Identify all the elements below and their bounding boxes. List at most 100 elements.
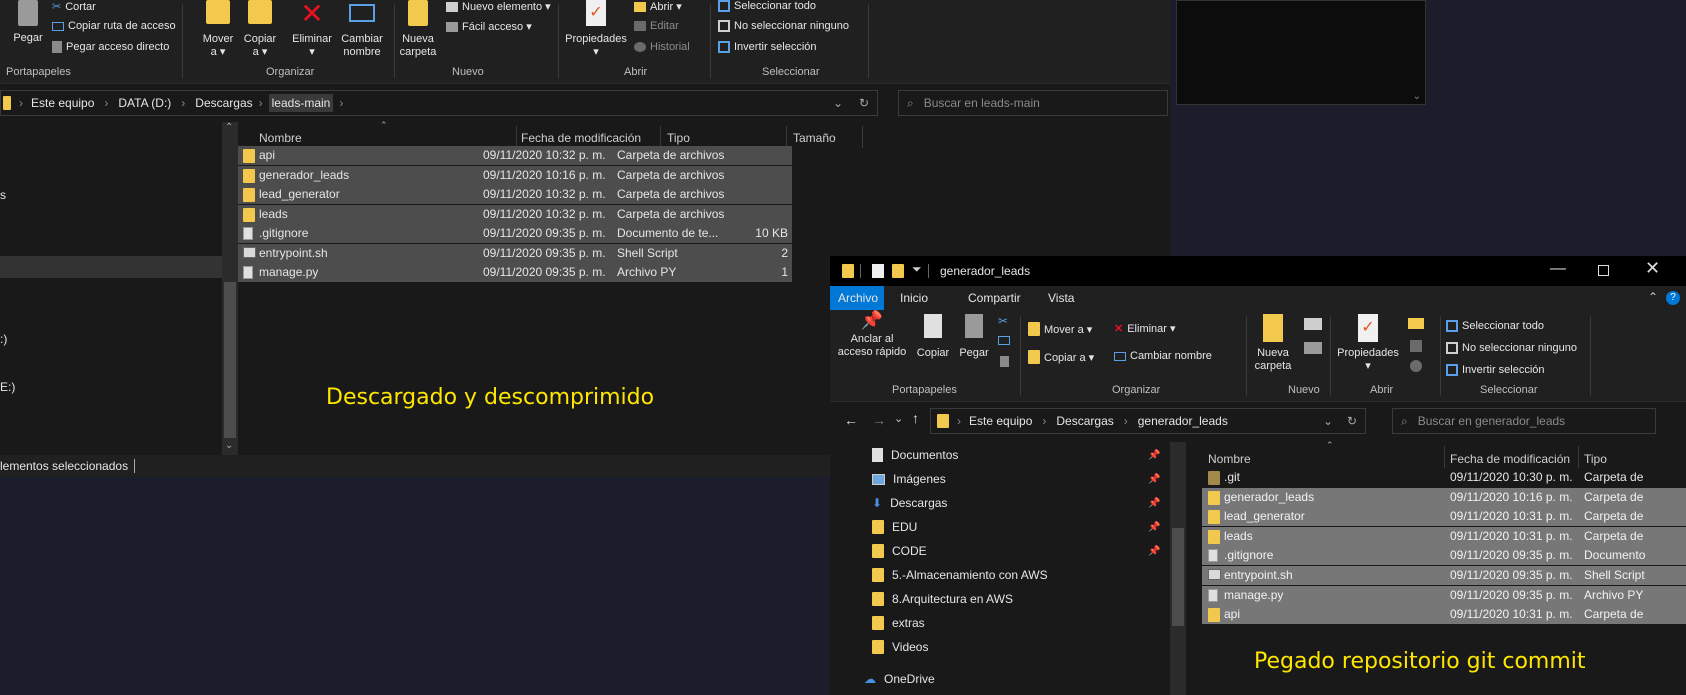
- column-divider[interactable]: [862, 126, 863, 148]
- new-item-icon[interactable]: [1304, 318, 1322, 330]
- file-row[interactable]: .git 09/11/2020 10:30 p. m. Carpeta de: [1202, 468, 1686, 487]
- column-header-tipo[interactable]: Tipo: [1584, 452, 1607, 466]
- right-nav-scrollbar[interactable]: [1170, 442, 1186, 695]
- refresh-icon[interactable]: ↻: [1347, 414, 1357, 428]
- nav-item[interactable]: EDU: [872, 520, 917, 534]
- breadcrumb-leads-main[interactable]: leads-main: [268, 94, 334, 112]
- select-all-button[interactable]: Seleccionar todo: [1446, 320, 1544, 332]
- properties-quick-icon[interactable]: [872, 264, 884, 278]
- chevron-down-icon[interactable]: ⌄: [1323, 414, 1333, 428]
- rename-button[interactable]: Cambiar nombre: [1114, 350, 1212, 362]
- breadcrumb-descargas[interactable]: Descargas: [195, 96, 252, 110]
- properties-button[interactable]: ✓ Propiedades ▾: [1334, 314, 1402, 373]
- edit-button[interactable]: Editar: [634, 20, 679, 32]
- qat-dropdown-icon[interactable]: ⏷: [912, 262, 922, 277]
- tab-compartir[interactable]: Compartir: [968, 291, 1021, 305]
- nav-selected-row[interactable]: [0, 256, 222, 278]
- open-button[interactable]: Abrir ▾: [634, 0, 682, 13]
- tab-vista[interactable]: Vista: [1048, 291, 1074, 305]
- breadcrumb-este-equipo[interactable]: Este equipo: [969, 414, 1032, 428]
- column-header-fecha[interactable]: Fecha de modificación: [521, 131, 641, 145]
- file-row[interactable]: api 09/11/2020 10:32 p. m. Carpeta de arch…: [238, 146, 792, 165]
- pin-quick-access-button[interactable]: 📌 Anclar al acceso rápido: [834, 311, 910, 359]
- column-divider[interactable]: [1444, 446, 1445, 468]
- chevron-down-icon[interactable]: ⌄: [833, 96, 843, 110]
- file-row[interactable]: leads 09/11/2020 10:31 p. m. Carpeta de: [1202, 526, 1686, 546]
- scissors-icon[interactable]: ✂: [998, 314, 1008, 328]
- column-header-nombre[interactable]: Nombre: [259, 131, 302, 145]
- help-icon[interactable]: ?: [1666, 291, 1680, 305]
- delete-button[interactable]: ✕ Eliminar ▾: [1114, 322, 1176, 335]
- file-row[interactable]: .gitignore 09/11/2020 09:35 p. m. Document…: [1202, 546, 1686, 566]
- paste-button[interactable]: Pegar: [12, 0, 44, 45]
- file-row[interactable]: generador_leads 09/11/2020 10:16 p. m. Car…: [1202, 487, 1686, 507]
- delete-button[interactable]: ✕ Eliminar ▾: [286, 0, 338, 59]
- scroll-thumb[interactable]: [1172, 528, 1184, 626]
- up-arrow-icon[interactable]: ↑: [912, 410, 919, 426]
- scroll-thumb[interactable]: [224, 282, 236, 438]
- recent-locations-chevron-icon[interactable]: ⌄: [894, 412, 903, 425]
- select-none-button[interactable]: No seleccionar ninguno: [718, 20, 849, 32]
- file-row[interactable]: lead_generator 09/11/2020 10:32 p. m. Carp…: [238, 185, 792, 204]
- column-header-tamano[interactable]: Tamaño: [793, 131, 836, 145]
- left-nav-scrollbar[interactable]: ⌃ ⌄: [222, 122, 238, 456]
- pin-icon[interactable]: 📌: [1148, 450, 1160, 461]
- minimize-icon[interactable]: —: [1550, 260, 1566, 278]
- invert-selection-button[interactable]: Invertir selección: [718, 41, 817, 53]
- move-to-button[interactable]: Mover a ▾: [198, 0, 238, 59]
- back-arrow-icon[interactable]: ←: [844, 412, 858, 428]
- copy-to-button[interactable]: Copiar a ▾: [240, 0, 280, 59]
- left-address-bar[interactable]: › Este equipo › DATA (D:) › Descargas › …: [0, 90, 878, 116]
- new-folder-button[interactable]: Nueva carpeta: [396, 0, 440, 59]
- copy-to-button[interactable]: Copiar a ▾: [1028, 350, 1094, 364]
- file-row[interactable]: lead_generator 09/11/2020 10:31 p. m. Carp…: [1202, 507, 1686, 527]
- scroll-up-icon[interactable]: ⌃: [225, 122, 233, 133]
- paste-shortcut-icon[interactable]: [1000, 356, 1009, 367]
- invert-selection-button[interactable]: Invertir selección: [1446, 364, 1545, 376]
- nav-item[interactable]: 8.Arquitectura en AWS: [872, 592, 1013, 606]
- column-divider[interactable]: [1578, 446, 1579, 468]
- column-divider[interactable]: [516, 126, 517, 148]
- new-folder-quick-icon[interactable]: [892, 264, 904, 278]
- paste-shortcut-button[interactable]: Pegar acceso directo: [52, 41, 169, 53]
- pin-icon[interactable]: 📌: [1148, 474, 1160, 485]
- copy-path-icon[interactable]: [998, 336, 1010, 345]
- copy-path-button[interactable]: Copiar ruta de acceso: [52, 20, 176, 32]
- edit-icon[interactable]: [1410, 340, 1422, 352]
- column-header-tipo[interactable]: Tipo: [667, 131, 690, 145]
- nav-item[interactable]: Documentos: [872, 448, 958, 462]
- new-item-button[interactable]: Nuevo elemento ▾: [446, 0, 551, 13]
- pin-icon[interactable]: 📌: [1148, 498, 1160, 509]
- nav-item[interactable]: 5.-Almacenamiento con AWS: [872, 568, 1048, 582]
- properties-button[interactable]: ✓ Propiedades ▾: [564, 0, 628, 59]
- pin-icon[interactable]: 📌: [1148, 546, 1160, 557]
- right-address-bar[interactable]: › Este equipo › Descargas › generador_le…: [930, 408, 1366, 434]
- scroll-down-icon[interactable]: ⌄: [225, 440, 233, 451]
- breadcrumb-data-d[interactable]: DATA (D:): [118, 96, 171, 110]
- maximize-icon[interactable]: [1598, 265, 1609, 276]
- nav-item[interactable]: ☁ OneDrive: [864, 672, 935, 686]
- pin-icon[interactable]: 📌: [1148, 522, 1160, 533]
- nav-fragment[interactable]: :): [0, 332, 7, 346]
- nav-item[interactable]: Videos: [872, 640, 928, 654]
- history-icon[interactable]: [1410, 360, 1422, 372]
- file-row[interactable]: entrypoint.sh 09/11/2020 09:35 p. m. Shell…: [238, 243, 792, 263]
- breadcrumb-descargas[interactable]: Descargas: [1056, 414, 1113, 428]
- close-icon[interactable]: ✕: [1645, 258, 1660, 279]
- file-row[interactable]: .gitignore 09/11/2020 09:35 p. m. Document…: [238, 224, 792, 243]
- nav-fragment[interactable]: s: [0, 188, 6, 202]
- file-row[interactable]: api 09/11/2020 10:31 p. m. Carpeta de: [1202, 605, 1686, 625]
- nav-item[interactable]: Imágenes: [872, 472, 946, 486]
- tab-archivo[interactable]: Archivo: [830, 286, 884, 310]
- nav-item[interactable]: ⬇ Descargas: [872, 496, 947, 510]
- file-row[interactable]: entrypoint.sh 09/11/2020 09:35 p. m. Shell…: [1202, 566, 1686, 585]
- history-button[interactable]: Historial: [634, 41, 690, 53]
- tab-inicio[interactable]: Inicio: [900, 291, 928, 305]
- refresh-icon[interactable]: ↻: [859, 96, 869, 110]
- breadcrumb-generador-leads[interactable]: generador_leads: [1138, 414, 1228, 428]
- file-row[interactable]: generador_leads 09/11/2020 10:16 p. m. Car…: [238, 165, 792, 185]
- cut-button[interactable]: ✂ Cortar: [52, 0, 96, 14]
- nav-item[interactable]: CODE: [872, 544, 927, 558]
- rename-button[interactable]: Cambiar nombre: [338, 0, 386, 59]
- nav-item[interactable]: extras: [872, 616, 925, 630]
